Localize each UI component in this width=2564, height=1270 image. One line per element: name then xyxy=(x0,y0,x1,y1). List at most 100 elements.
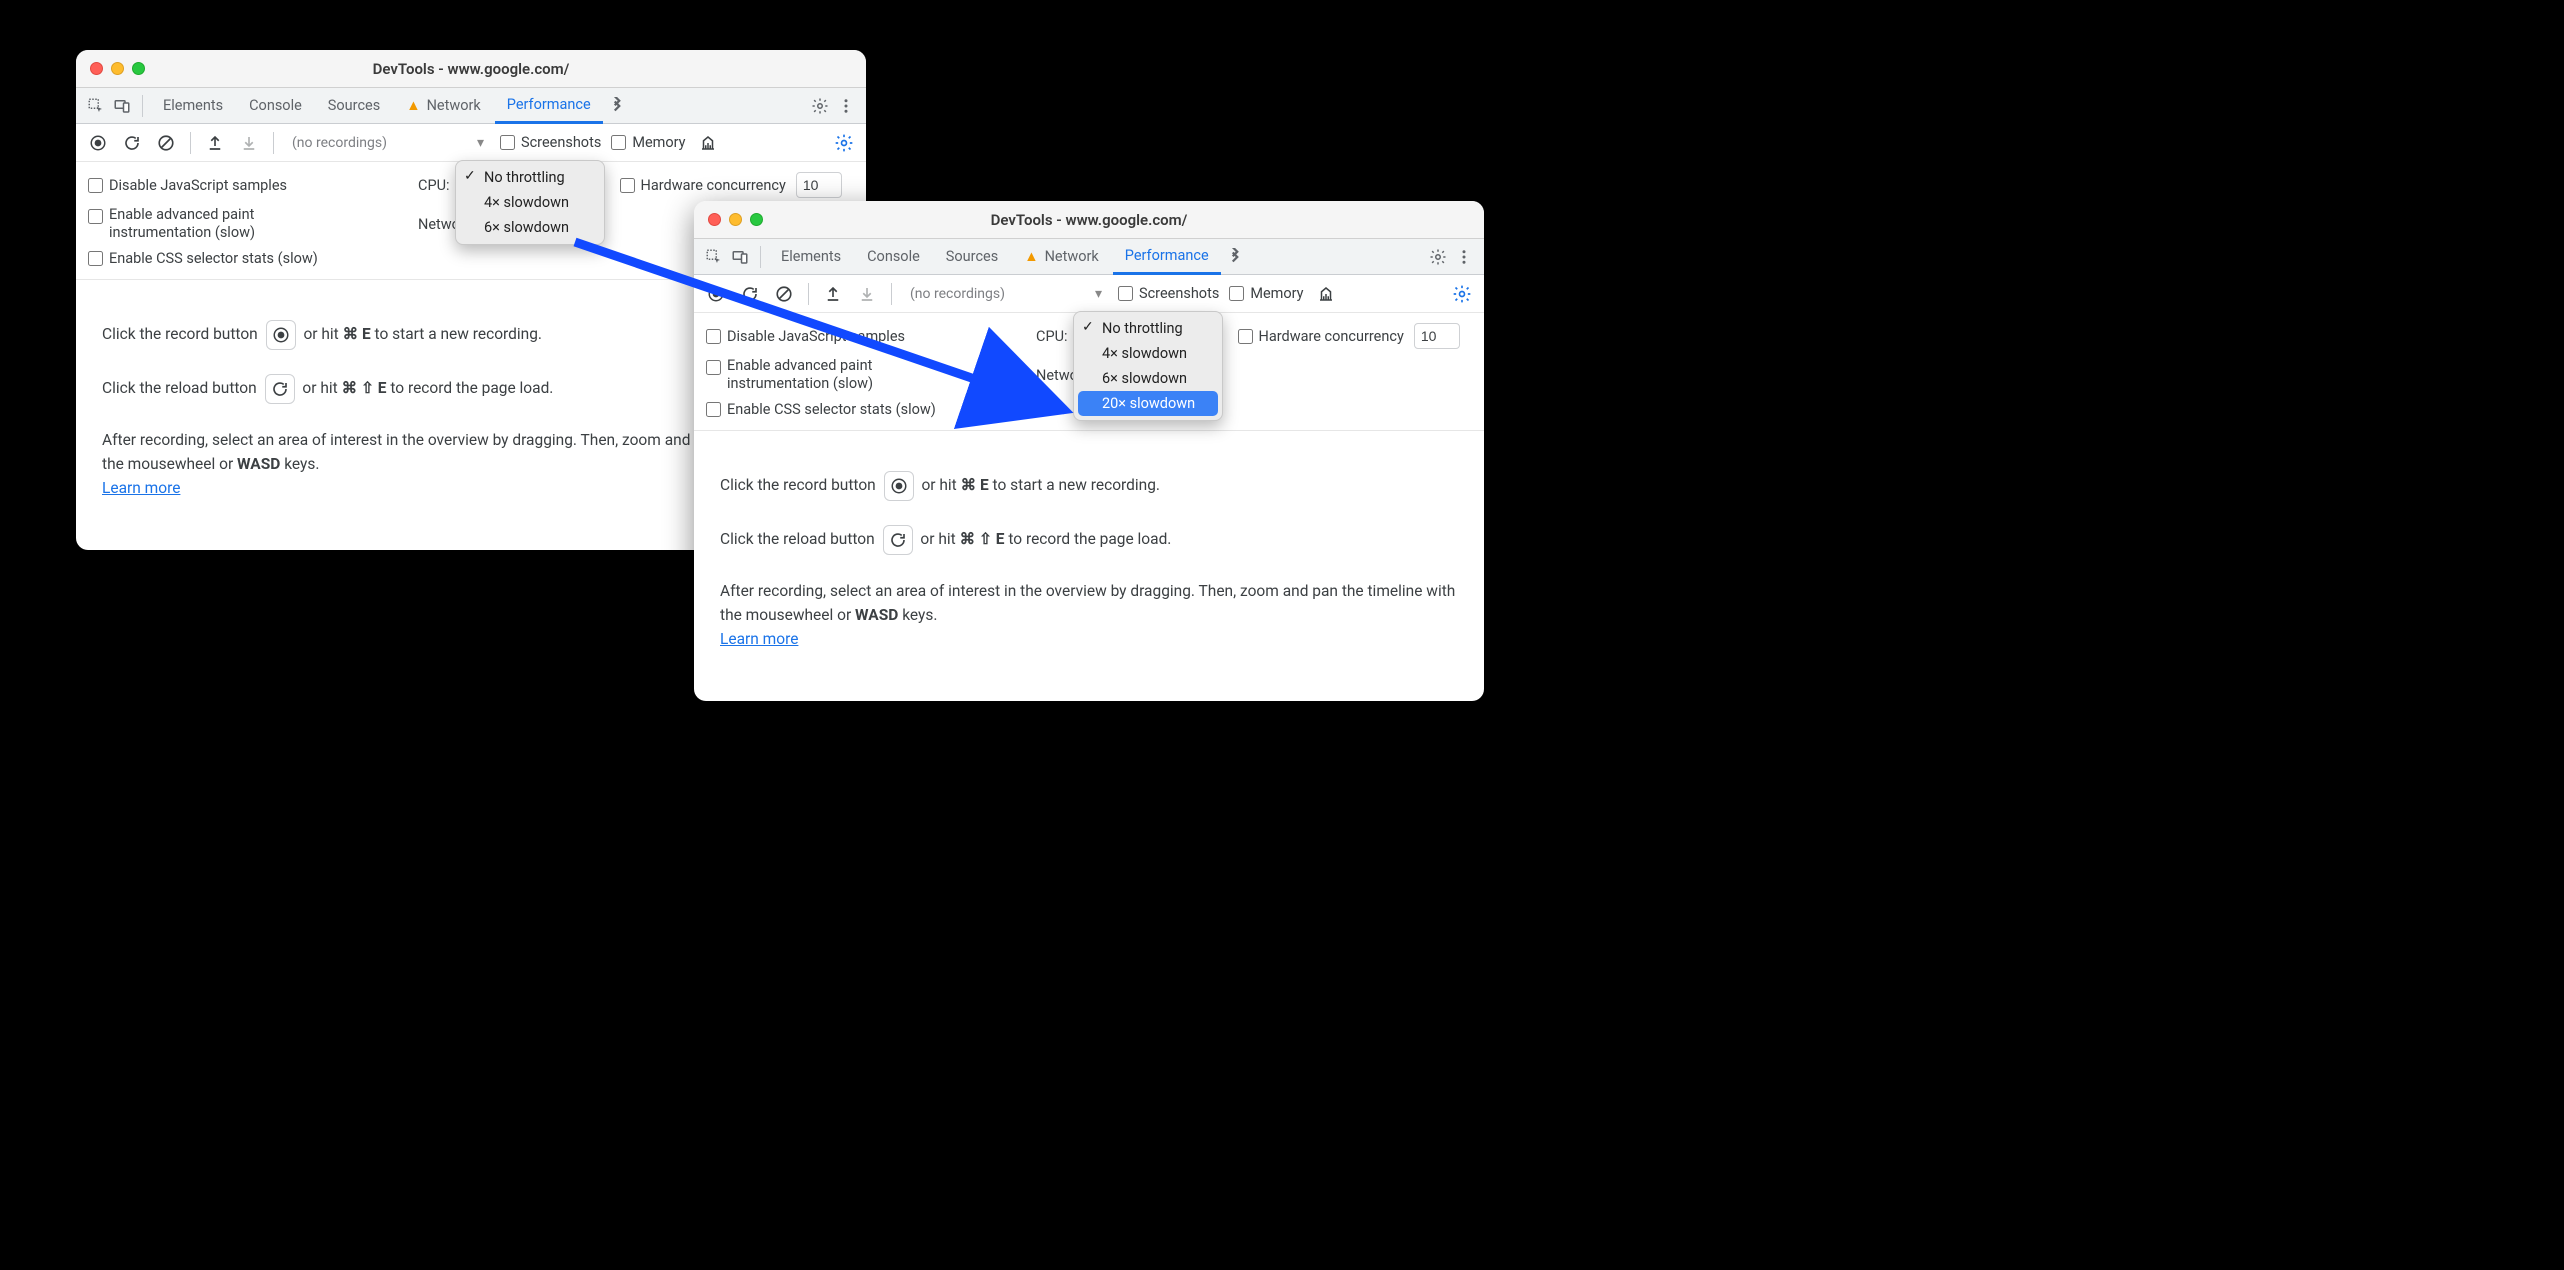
cpu-option-4x[interactable]: 4× slowdown xyxy=(456,190,604,215)
divider xyxy=(190,132,191,154)
upload-button[interactable] xyxy=(821,282,845,306)
capture-settings-icon[interactable] xyxy=(832,131,856,155)
shortcut-reload: ⌘ ⇧ E xyxy=(342,379,387,397)
performance-toolbar: (no recordings) ▾ Screenshots Memory xyxy=(76,124,866,162)
inspect-element-icon[interactable] xyxy=(84,94,108,118)
tab-elements[interactable]: Elements xyxy=(769,239,853,275)
cpu-option-no-throttling[interactable]: No throttling xyxy=(456,165,604,190)
window-title: DevTools - www.google.com/ xyxy=(76,60,866,78)
traffic-lights xyxy=(708,213,763,226)
hardware-concurrency-checkbox[interactable]: Hardware concurrency xyxy=(620,177,786,194)
zoom-window-button[interactable] xyxy=(750,213,763,226)
titlebar: DevTools - www.google.com/ xyxy=(76,50,866,88)
tab-elements[interactable]: Elements xyxy=(151,88,235,124)
clear-button[interactable] xyxy=(154,131,178,155)
cpu-throttling-dropdown[interactable]: No throttling 4× slowdown 6× slowdown 20… xyxy=(1073,311,1223,421)
disable-js-checkbox[interactable]: Disable JavaScript samples xyxy=(88,177,408,194)
chevron-down-icon: ▾ xyxy=(477,135,484,151)
minimize-window-button[interactable] xyxy=(111,62,124,75)
reload-button[interactable] xyxy=(738,282,762,306)
hardware-concurrency-input[interactable] xyxy=(796,172,842,198)
cpu-option-no-throttling[interactable]: No throttling xyxy=(1074,316,1222,341)
warning-icon: ▲ xyxy=(406,97,420,114)
settings-icon[interactable] xyxy=(808,94,832,118)
inspect-element-icon[interactable] xyxy=(702,245,726,269)
settings-icon[interactable] xyxy=(1426,245,1450,269)
tab-console[interactable]: Console xyxy=(855,239,932,275)
wasd-keys: WASD xyxy=(855,606,898,624)
close-window-button[interactable] xyxy=(90,62,103,75)
tab-console[interactable]: Console xyxy=(237,88,314,124)
screenshots-checkbox[interactable]: Screenshots xyxy=(1118,285,1219,302)
tab-network[interactable]: ▲Network xyxy=(1012,239,1111,275)
performance-toolbar: (no recordings) ▾ Screenshots Memory xyxy=(694,275,1484,313)
recordings-select[interactable]: (no recordings) ▾ xyxy=(904,286,1108,302)
memory-checkbox[interactable]: Memory xyxy=(611,134,685,151)
devtools-tabbar: Elements Console Sources ▲Network Perfor… xyxy=(694,239,1484,275)
performance-hints: Click the record button or hit ⌘ E to st… xyxy=(694,431,1484,701)
record-icon[interactable] xyxy=(884,471,914,501)
devtools-window-right: DevTools - www.google.com/ Elements Cons… xyxy=(694,201,1484,701)
record-button[interactable] xyxy=(86,131,110,155)
learn-more-link[interactable]: Learn more xyxy=(720,630,798,648)
advanced-paint-checkbox[interactable]: Enable advanced paint instrumentation (s… xyxy=(706,357,1026,393)
kebab-menu-icon[interactable] xyxy=(834,94,858,118)
capture-settings-icon[interactable] xyxy=(1450,282,1474,306)
memory-checkbox[interactable]: Memory xyxy=(1229,285,1303,302)
cpu-label: CPU: xyxy=(1036,328,1068,345)
more-tabs-button[interactable] xyxy=(605,94,629,118)
divider xyxy=(142,95,143,117)
titlebar: DevTools - www.google.com/ xyxy=(694,201,1484,239)
devtools-tabbar: Elements Console Sources ▲Network Perfor… xyxy=(76,88,866,124)
clear-button[interactable] xyxy=(772,282,796,306)
record-button[interactable] xyxy=(704,282,728,306)
divider xyxy=(891,283,892,305)
collect-garbage-icon[interactable] xyxy=(1314,282,1338,306)
cpu-label: CPU: xyxy=(418,177,450,194)
cpu-option-4x[interactable]: 4× slowdown xyxy=(1074,341,1222,366)
recordings-placeholder: (no recordings) xyxy=(292,135,387,151)
reload-icon[interactable] xyxy=(265,374,295,404)
kebab-menu-icon[interactable] xyxy=(1452,245,1476,269)
more-tabs-button[interactable] xyxy=(1223,245,1247,269)
zoom-window-button[interactable] xyxy=(132,62,145,75)
hardware-concurrency-checkbox[interactable]: Hardware concurrency xyxy=(1238,328,1404,345)
divider xyxy=(808,283,809,305)
tab-network[interactable]: ▲Network xyxy=(394,88,493,124)
css-selector-stats-checkbox[interactable]: Enable CSS selector stats (slow) xyxy=(88,250,408,267)
divider xyxy=(273,132,274,154)
disable-js-checkbox[interactable]: Disable JavaScript samples xyxy=(706,328,1026,345)
download-button[interactable] xyxy=(855,282,879,306)
collect-garbage-icon[interactable] xyxy=(696,131,720,155)
hint-reload: Click the reload button or hit ⌘ ⇧ E to … xyxy=(720,525,1458,555)
tab-performance[interactable]: Performance xyxy=(495,88,603,124)
cpu-throttling-dropdown[interactable]: No throttling 4× slowdown 6× slowdown xyxy=(455,160,605,245)
cpu-option-6x[interactable]: 6× slowdown xyxy=(456,215,604,240)
device-toolbar-icon[interactable] xyxy=(728,245,752,269)
reload-icon[interactable] xyxy=(883,525,913,555)
wasd-keys: WASD xyxy=(237,455,280,473)
warning-icon: ▲ xyxy=(1024,248,1038,265)
tab-performance[interactable]: Performance xyxy=(1113,239,1221,275)
record-icon[interactable] xyxy=(266,320,296,350)
learn-more-link[interactable]: Learn more xyxy=(102,479,180,497)
hardware-concurrency-input[interactable] xyxy=(1414,323,1460,349)
cpu-option-6x[interactable]: 6× slowdown xyxy=(1074,366,1222,391)
shortcut-record: ⌘ E xyxy=(343,325,371,343)
advanced-paint-checkbox[interactable]: Enable advanced paint instrumentation (s… xyxy=(88,206,408,242)
device-toolbar-icon[interactable] xyxy=(110,94,134,118)
upload-button[interactable] xyxy=(203,131,227,155)
minimize-window-button[interactable] xyxy=(729,213,742,226)
tab-sources[interactable]: Sources xyxy=(934,239,1010,275)
close-window-button[interactable] xyxy=(708,213,721,226)
tab-sources[interactable]: Sources xyxy=(316,88,392,124)
download-button[interactable] xyxy=(237,131,261,155)
capture-settings-pane: Disable JavaScript samples CPU: Hardware… xyxy=(694,313,1484,431)
reload-button[interactable] xyxy=(120,131,144,155)
cpu-option-20x[interactable]: 20× slowdown xyxy=(1078,391,1218,416)
recordings-select[interactable]: (no recordings) ▾ xyxy=(286,135,490,151)
shortcut-record: ⌘ E xyxy=(961,476,989,494)
css-selector-stats-checkbox[interactable]: Enable CSS selector stats (slow) xyxy=(706,401,1026,418)
divider xyxy=(760,246,761,268)
screenshots-checkbox[interactable]: Screenshots xyxy=(500,134,601,151)
